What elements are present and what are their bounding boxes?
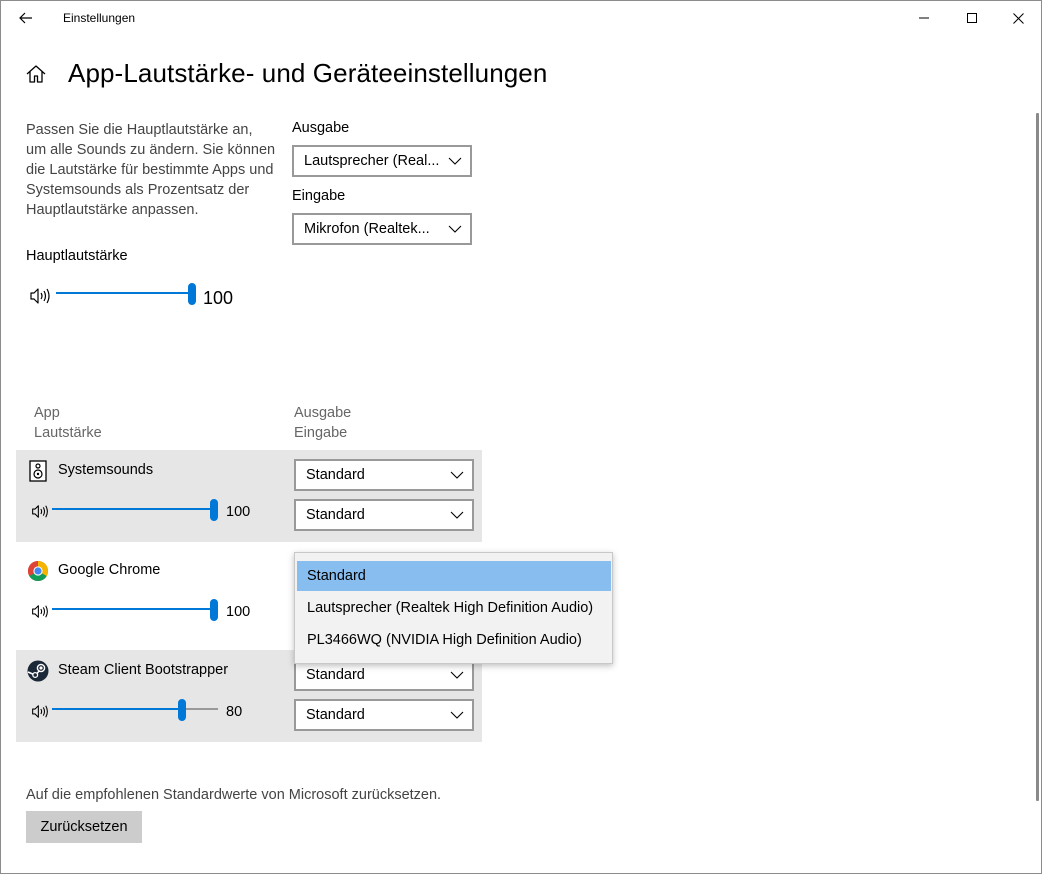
volume-icon — [32, 505, 48, 518]
master-volume-slider[interactable] — [56, 283, 196, 305]
column-header-volume: Lautstärke — [34, 425, 102, 441]
output-device-value: Lautsprecher (Real... — [304, 153, 440, 169]
scrollbar[interactable] — [1036, 113, 1039, 801]
chevron-down-icon — [450, 671, 464, 679]
title-bar: Einstellungen — [1, 1, 1041, 35]
app-name: Systemsounds — [58, 462, 154, 478]
slider-fill — [52, 608, 214, 610]
chrome-icon — [28, 561, 48, 581]
reset-description: Auf die empfohlenen Standardwerte von Mi… — [26, 787, 442, 803]
output-label: Ausgabe — [292, 120, 350, 136]
settings-window: Einstellungen App-Lautstärke- und Geräte… — [0, 0, 1042, 874]
reset-button[interactable]: Zurücksetzen — [26, 811, 142, 843]
close-button[interactable] — [995, 1, 1041, 35]
app-input-dropdown[interactable]: Standard — [294, 499, 474, 531]
app-volume-slider[interactable] — [52, 699, 218, 721]
app-output-dropdown[interactable]: Standard — [294, 459, 474, 491]
maximize-button[interactable] — [949, 1, 995, 35]
app-volume-slider[interactable] — [52, 599, 218, 621]
maximize-icon — [967, 13, 977, 23]
dropdown-option-nvidia[interactable]: PL3466WQ (NVIDIA High Definition Audio) — [297, 625, 611, 655]
output-dropdown-popup: Standard Lautsprecher (Realtek High Defi… — [294, 552, 613, 664]
app-volume-value: 100 — [226, 504, 251, 520]
volume-icon — [32, 605, 48, 618]
app-name: Steam Client Bootstrapper — [58, 662, 229, 678]
input-device-value: Mikrofon (Realtek... — [304, 221, 430, 237]
chevron-down-icon — [450, 471, 464, 479]
minimize-button[interactable] — [901, 1, 947, 35]
dropdown-option-realtek[interactable]: Lautsprecher (Realtek High Definition Au… — [297, 593, 611, 623]
slider-thumb[interactable] — [210, 499, 218, 521]
master-volume-label: Hauptlautstärke — [26, 248, 128, 264]
volume-icon — [30, 288, 50, 304]
app-name: Google Chrome — [58, 562, 161, 578]
slider-thumb[interactable] — [178, 699, 186, 721]
slider-thumb[interactable] — [188, 283, 196, 305]
chevron-down-icon — [448, 225, 462, 233]
slider-fill — [52, 508, 214, 510]
app-input-dropdown[interactable]: Standard — [294, 699, 474, 731]
column-header-app: App — [34, 405, 60, 421]
slider-thumb[interactable] — [210, 599, 218, 621]
column-header-output: Ausgabe — [294, 405, 352, 421]
slider-fill — [56, 292, 192, 294]
close-icon — [1012, 12, 1024, 24]
slider-fill — [52, 708, 182, 710]
input-label: Eingabe — [292, 188, 346, 204]
app-volume-value: 80 — [226, 704, 243, 720]
column-header-input: Eingabe — [294, 425, 348, 441]
dropdown-option-standard[interactable]: Standard — [297, 561, 611, 591]
back-button[interactable] — [11, 5, 41, 31]
chevron-down-icon — [450, 711, 464, 719]
master-volume-value: 100 — [203, 288, 234, 308]
minimize-icon — [919, 17, 929, 19]
app-volume-value: 100 — [226, 604, 251, 620]
home-icon — [26, 65, 46, 83]
app-volume-slider[interactable] — [52, 499, 218, 521]
volume-icon — [32, 705, 48, 718]
speaker-icon — [29, 460, 47, 482]
app-input-value: Standard — [306, 707, 365, 723]
page-description: Passen Sie die Hauptlautstärke an, um al… — [26, 122, 276, 218]
chevron-down-icon — [448, 157, 462, 165]
output-device-dropdown[interactable]: Lautsprecher (Real... — [292, 145, 472, 177]
app-output-value: Standard — [306, 467, 365, 483]
home-button[interactable] — [25, 63, 47, 85]
chevron-down-icon — [450, 511, 464, 519]
page-title: App-Lautstärke- und Geräteeinstellungen — [68, 58, 548, 88]
app-input-value: Standard — [306, 507, 365, 523]
window-title: Einstellungen — [63, 11, 136, 25]
input-device-dropdown[interactable]: Mikrofon (Realtek... — [292, 213, 472, 245]
arrow-left-icon — [19, 12, 32, 24]
app-output-value: Standard — [306, 667, 365, 683]
steam-icon — [27, 660, 49, 682]
